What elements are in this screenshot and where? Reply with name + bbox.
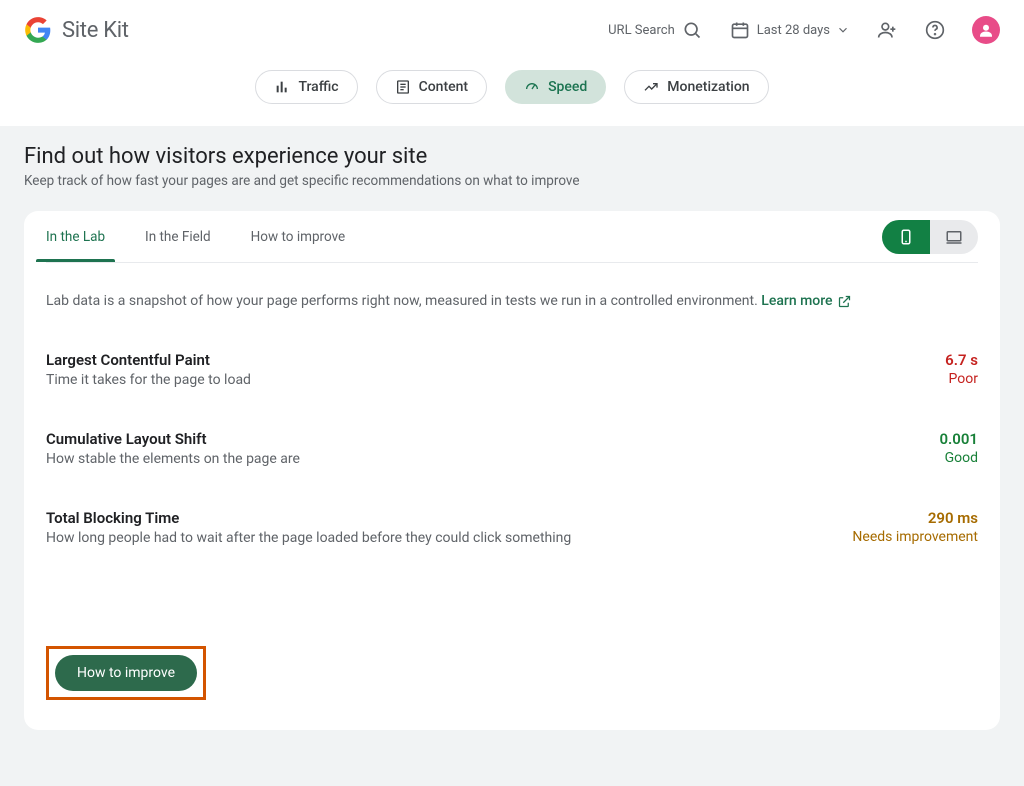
lab-note: Lab data is a snapshot of how your page … <box>46 263 978 339</box>
metric-desc: Time it takes for the page to load <box>46 372 945 388</box>
metric-title: Total Blocking Time <box>46 509 852 527</box>
help-icon[interactable] <box>924 19 946 41</box>
metric-desc: How stable the elements on the page are <box>46 451 939 467</box>
page-subtitle: Keep track of how fast your pages are an… <box>24 173 1000 189</box>
avatar[interactable] <box>972 16 1000 44</box>
metric-row: Cumulative Layout Shift How stable the el… <box>46 418 978 497</box>
page-title: Find out how visitors experience your si… <box>24 144 1000 169</box>
nav-traffic[interactable]: Traffic <box>255 70 357 104</box>
external-link-icon <box>837 294 852 309</box>
date-range-label: Last 28 days <box>757 23 830 38</box>
url-search-label: URL Search <box>608 23 675 38</box>
speed-gauge-icon <box>524 79 540 95</box>
metric-rating: Needs improvement <box>852 529 978 545</box>
url-search[interactable]: URL Search <box>608 19 703 41</box>
brand-logo: Site Kit <box>24 16 129 44</box>
lab-note-text: Lab data is a snapshot of how your page … <box>46 293 761 309</box>
document-icon <box>395 79 411 95</box>
metric-title: Cumulative Layout Shift <box>46 430 939 448</box>
tab-in-the-lab[interactable]: In the Lab <box>46 213 105 261</box>
metric-value: 6.7 s <box>945 351 978 369</box>
how-to-improve-highlight: How to improve <box>46 646 206 700</box>
page-heading: Find out how visitors experience your si… <box>24 144 1000 211</box>
nav-speed[interactable]: Speed <box>505 70 606 104</box>
device-desktop[interactable] <box>930 220 978 254</box>
learn-more-link[interactable]: Learn more <box>761 293 851 309</box>
metrics-list: Largest Contentful Paint Time it takes fo… <box>46 339 978 576</box>
trending-up-icon <box>643 79 659 95</box>
google-g-icon <box>24 16 52 44</box>
chevron-down-icon <box>836 23 850 37</box>
tab-how-to-improve[interactable]: How to improve <box>251 213 346 261</box>
nav-traffic-label: Traffic <box>298 79 338 95</box>
metric-value: 0.001 <box>939 430 978 448</box>
device-toggle <box>882 220 978 254</box>
card-tab-row: In the Lab In the Field How to improve <box>46 211 978 263</box>
metric-title: Largest Contentful Paint <box>46 351 945 369</box>
metric-rating: Poor <box>945 371 978 387</box>
metric-row: Total Blocking Time How long people had t… <box>46 497 978 576</box>
nav-monetization-label: Monetization <box>667 79 749 95</box>
add-user-icon[interactable] <box>876 19 898 41</box>
page-body: Find out how visitors experience your si… <box>0 126 1024 786</box>
brand-text: Site Kit <box>62 18 129 43</box>
date-range-picker[interactable]: Last 28 days <box>729 19 850 41</box>
header: Site Kit URL Search Last 28 days <box>0 0 1024 60</box>
calendar-icon <box>729 19 751 41</box>
speed-card: In the Lab In the Field How to improve L… <box>24 211 1000 730</box>
nav-content[interactable]: Content <box>376 70 488 104</box>
device-mobile[interactable] <box>882 220 930 254</box>
nav-row: Traffic Content Speed Monetization <box>0 60 1024 126</box>
metric-row: Largest Contentful Paint Time it takes fo… <box>46 339 978 418</box>
tab-in-the-field[interactable]: In the Field <box>145 213 211 261</box>
search-icon <box>681 19 703 41</box>
metric-rating: Good <box>939 450 978 466</box>
nav-speed-label: Speed <box>548 79 587 95</box>
nav-content-label: Content <box>419 79 469 95</box>
metric-value: 290 ms <box>852 509 978 527</box>
nav-monetization[interactable]: Monetization <box>624 70 768 104</box>
bar-chart-icon <box>274 79 290 95</box>
header-controls: URL Search Last 28 days <box>608 16 1000 44</box>
metric-desc: How long people had to wait after the pa… <box>46 530 852 546</box>
how-to-improve-button[interactable]: How to improve <box>55 655 197 691</box>
